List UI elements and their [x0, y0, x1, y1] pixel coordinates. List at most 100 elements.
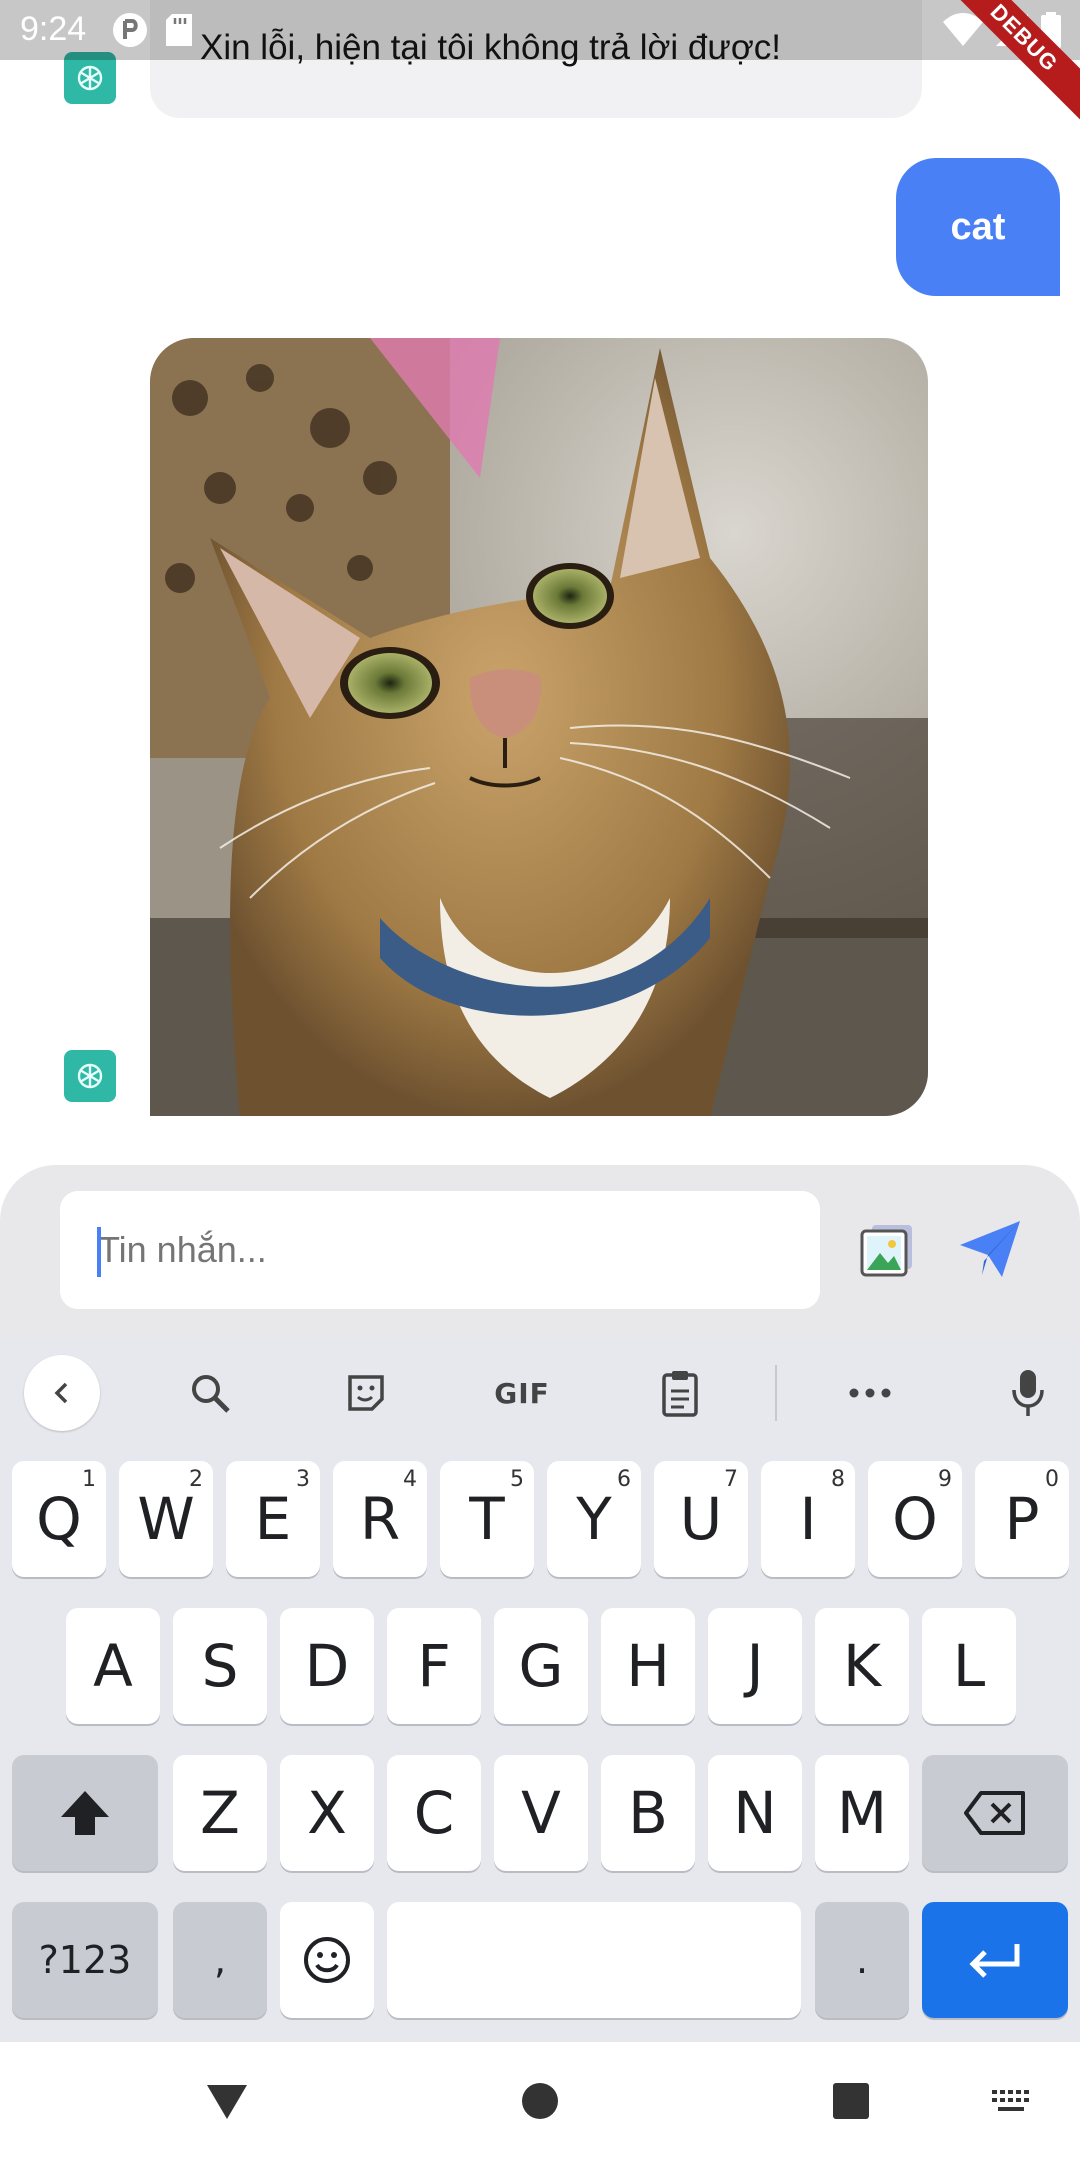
keyboard-back-button[interactable] [24, 1355, 100, 1431]
enter-key[interactable] [922, 1902, 1068, 2018]
backspace-key[interactable] [922, 1755, 1068, 1871]
space-key[interactable] [387, 1902, 801, 2018]
key-label: C [413, 1779, 455, 1847]
keyboard-icon [992, 2090, 1029, 2111]
key-m[interactable]: M [815, 1755, 909, 1871]
key-f[interactable]: F [387, 1608, 481, 1724]
key-x[interactable]: X [280, 1755, 374, 1871]
p-notification-icon [113, 13, 147, 47]
key-e[interactable]: E3 [226, 1461, 320, 1577]
key-label: S [201, 1632, 239, 1700]
key-g[interactable]: G [494, 1608, 588, 1724]
key-v[interactable]: V [494, 1755, 588, 1871]
microphone-icon [1012, 1370, 1044, 1416]
back-triangle-icon [207, 2085, 247, 2119]
key-s[interactable]: S [173, 1608, 267, 1724]
keyboard-voice-button[interactable] [990, 1355, 1066, 1431]
key-z[interactable]: Z [173, 1755, 267, 1871]
message-input[interactable] [60, 1191, 820, 1309]
key-j[interactable]: J [708, 1608, 802, 1724]
key-k[interactable]: K [815, 1608, 909, 1724]
key-label: Q [36, 1485, 82, 1553]
shift-icon [61, 1791, 109, 1835]
key-label: R [359, 1485, 401, 1553]
nav-recents-button[interactable] [826, 2076, 876, 2126]
key-q[interactable]: Q1 [12, 1461, 106, 1577]
sticker-icon [348, 1375, 384, 1411]
home-circle-icon [522, 2083, 558, 2119]
keyboard-toolbar: GIF [0, 1335, 1080, 1445]
key-label: H [626, 1632, 670, 1700]
key-label: D [304, 1632, 350, 1700]
user-message-bubble: cat [896, 158, 1060, 296]
key-hint: 1 [82, 1467, 96, 1492]
key-label: F [417, 1632, 451, 1700]
nav-home-button[interactable] [515, 2076, 565, 2126]
key-p[interactable]: P0 [975, 1461, 1069, 1577]
shift-key[interactable] [12, 1755, 158, 1871]
key-hint: 5 [510, 1467, 524, 1492]
gif-label: GIF [494, 1376, 550, 1410]
image-picker-button[interactable] [858, 1223, 918, 1279]
send-icon [960, 1221, 1020, 1277]
key-o[interactable]: O9 [868, 1461, 962, 1577]
key-a[interactable]: A [66, 1608, 160, 1724]
comma-label: , [213, 1938, 227, 1982]
symbols-key[interactable]: ?123 [12, 1902, 158, 2018]
image-icon [860, 1225, 912, 1277]
key-hint: 8 [831, 1467, 845, 1492]
keyboard-search-button[interactable] [172, 1355, 248, 1431]
emoji-icon [304, 1937, 350, 1983]
key-t[interactable]: T5 [440, 1461, 534, 1577]
comma-key[interactable]: , [173, 1902, 267, 2018]
toolbar-separator [775, 1365, 777, 1421]
key-hint: 3 [296, 1467, 310, 1492]
key-h[interactable]: H [601, 1608, 695, 1724]
clipboard-icon [662, 1371, 698, 1417]
period-label: . [855, 1938, 869, 1982]
emoji-key[interactable] [280, 1902, 374, 2018]
key-hint: 4 [403, 1467, 417, 1492]
key-label: G [518, 1632, 564, 1700]
key-label: N [733, 1779, 777, 1847]
keyboard-sticker-button[interactable] [328, 1355, 404, 1431]
send-button[interactable] [958, 1217, 1022, 1281]
key-hint: 6 [617, 1467, 631, 1492]
key-n[interactable]: N [708, 1755, 802, 1871]
status-left-icons [112, 12, 194, 48]
key-label: O [892, 1485, 938, 1553]
key-label: P [1004, 1485, 1040, 1553]
key-r[interactable]: R4 [333, 1461, 427, 1577]
key-label: J [746, 1632, 764, 1700]
key-l[interactable]: L [922, 1608, 1016, 1724]
key-label: K [842, 1632, 882, 1700]
bot-avatar-icon [64, 1050, 116, 1102]
key-w[interactable]: W2 [119, 1461, 213, 1577]
key-i[interactable]: I8 [761, 1461, 855, 1577]
chevron-left-icon [54, 1382, 68, 1404]
key-label: X [307, 1779, 347, 1847]
nav-back-button[interactable] [202, 2076, 252, 2126]
key-b[interactable]: B [601, 1755, 695, 1871]
key-y[interactable]: Y6 [547, 1461, 641, 1577]
text-caret [97, 1227, 101, 1277]
keyboard-switch-button[interactable] [986, 2076, 1036, 2126]
key-label: A [93, 1632, 133, 1700]
key-label: V [521, 1779, 561, 1847]
keyboard-more-button[interactable] [832, 1355, 908, 1431]
keyboard-clipboard-button[interactable] [642, 1355, 718, 1431]
key-label: Z [200, 1779, 240, 1847]
bot-message-text: Xin lỗi, hiện tại tôi không trả lời được… [200, 28, 782, 67]
keyboard-gif-button[interactable]: GIF [484, 1355, 560, 1431]
cat-photo[interactable] [150, 338, 928, 1116]
sd-card-icon [166, 14, 192, 46]
system-navigation-bar [0, 2042, 1080, 2160]
key-u[interactable]: U7 [654, 1461, 748, 1577]
key-label: Y [576, 1485, 612, 1553]
key-c[interactable]: C [387, 1755, 481, 1871]
period-key[interactable]: . [815, 1902, 909, 2018]
key-label: W [137, 1485, 195, 1553]
key-label: M [836, 1779, 888, 1847]
key-d[interactable]: D [280, 1608, 374, 1724]
key-label: B [628, 1779, 668, 1847]
